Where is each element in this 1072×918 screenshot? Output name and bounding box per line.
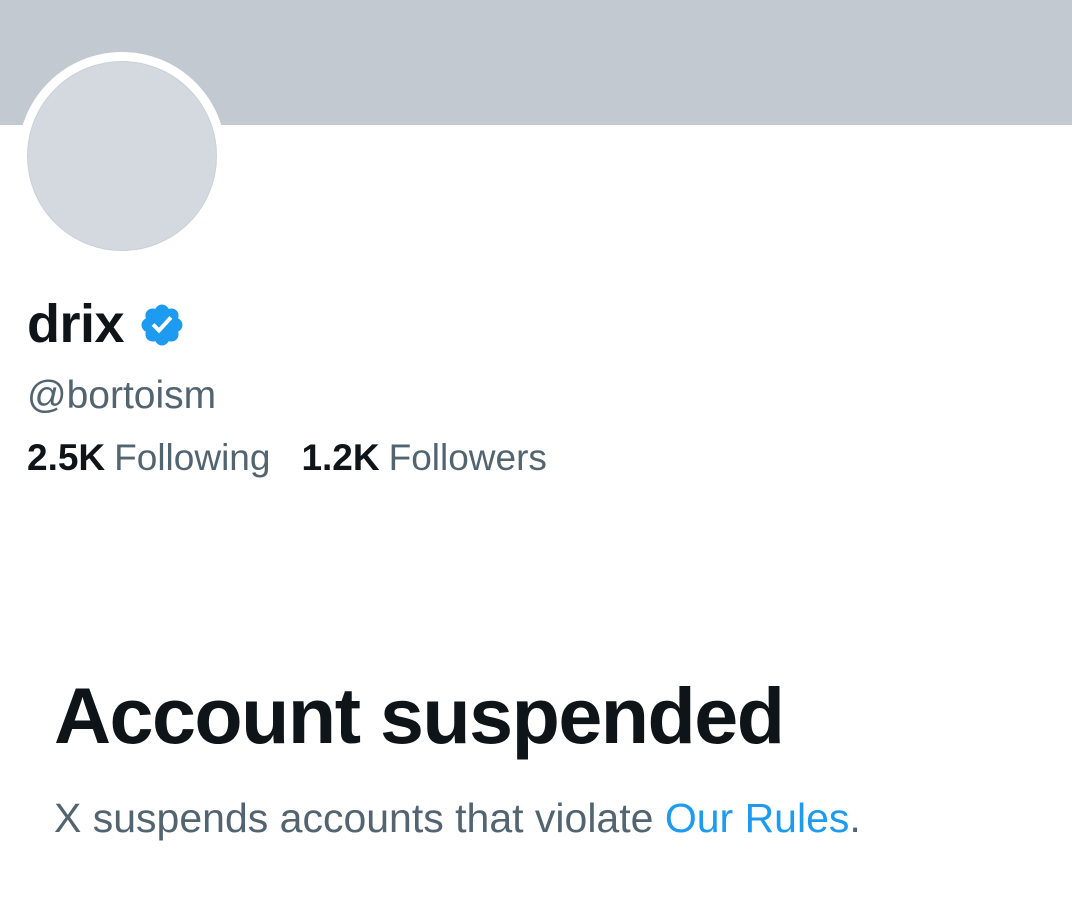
followers-count: 1.2K bbox=[301, 437, 380, 478]
verified-badge-icon bbox=[141, 304, 183, 346]
following-label: Following bbox=[114, 437, 271, 478]
followers-link[interactable]: 1.2K Followers bbox=[301, 434, 546, 482]
suspension-message-suffix: . bbox=[849, 795, 861, 841]
suspension-message-prefix: X suspends accounts that violate bbox=[54, 795, 665, 841]
profile-handle: @bortoism bbox=[27, 374, 217, 417]
suspension-message: X suspends accounts that violate Our Rul… bbox=[54, 791, 861, 845]
profile-stats: 2.5K Following 1.2K Followers bbox=[27, 434, 547, 482]
following-link[interactable]: 2.5K Following bbox=[27, 434, 270, 482]
followers-label: Followers bbox=[388, 437, 547, 478]
our-rules-link[interactable]: Our Rules bbox=[665, 795, 850, 841]
profile-name-row: drix bbox=[27, 292, 186, 356]
display-name: drix bbox=[27, 294, 125, 354]
following-count: 2.5K bbox=[27, 437, 106, 478]
profile-avatar[interactable] bbox=[27, 61, 217, 251]
account-suspended-title: Account suspended bbox=[54, 671, 785, 760]
avatar-ring bbox=[18, 52, 226, 260]
profile-page: drix @bortoism 2.5K Following 1.2K Follo… bbox=[0, 0, 1072, 918]
